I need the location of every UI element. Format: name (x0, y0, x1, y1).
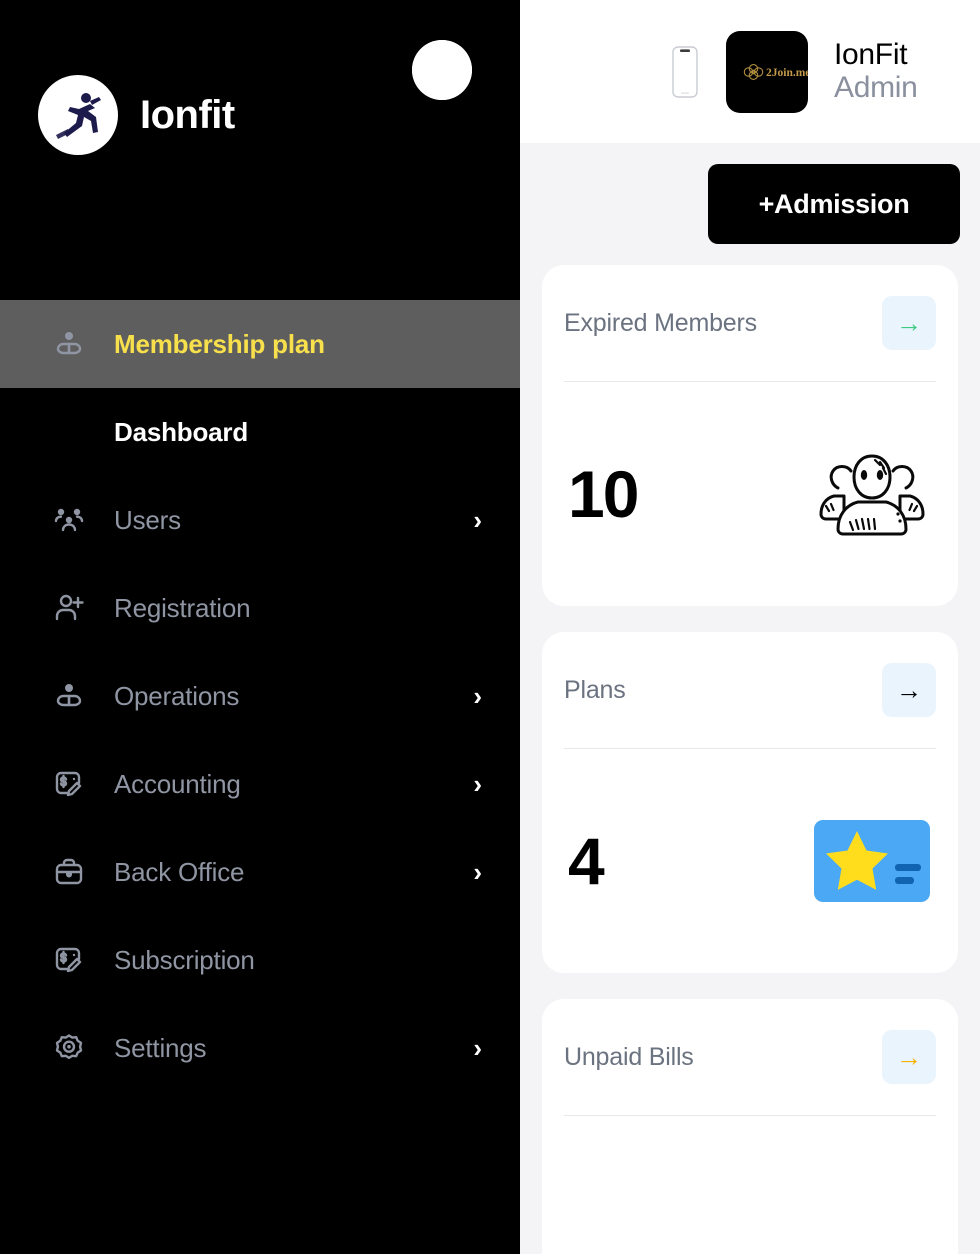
sidebar-item-label: Users (114, 504, 181, 535)
stat-card-expired-members[interactable]: Expired Members → 10 (542, 265, 958, 606)
card-body (564, 1116, 936, 1254)
person-book-icon (52, 679, 86, 713)
app-root: Ionfit Membership plan Dashboard Users ›… (0, 0, 980, 1254)
briefcase-icon (52, 855, 86, 889)
sidebar-header: Ionfit (0, 0, 520, 300)
close-icon[interactable] (412, 40, 472, 100)
arrow-right-icon[interactable]: → (882, 1030, 936, 1084)
sidebar-item-label: Operations (114, 680, 240, 711)
card-header: Unpaid Bills → (564, 999, 936, 1115)
chevron-right-icon: › (473, 681, 482, 711)
sidebar-item-registration[interactable]: Registration (0, 564, 520, 652)
card-title: Plans (564, 675, 626, 704)
person-book-icon (52, 327, 86, 361)
sidebar-item-users[interactable]: Users › (0, 476, 520, 564)
org-logo-badge: 2Join.me (726, 30, 808, 113)
mobile-phone-icon[interactable] (670, 45, 700, 99)
arrow-right-icon[interactable]: → (882, 296, 936, 350)
sidebar-item-label: Settings (114, 1032, 207, 1063)
stat-card-list: Expired Members → 10 Plans → 4 Unpaid Bi… (520, 265, 980, 1254)
card-body: 10 (564, 382, 936, 606)
card-body: 4 (564, 749, 936, 973)
card-title: Unpaid Bills (564, 1042, 694, 1071)
sidebar-item-label: Registration (114, 592, 251, 623)
chevron-right-icon: › (473, 857, 482, 887)
sidebar-item-back-office[interactable]: Back Office › (0, 828, 520, 916)
users-group-icon (52, 503, 86, 537)
brand: Ionfit (38, 75, 235, 155)
sidebar-item-settings[interactable]: Settings › (0, 1004, 520, 1092)
sidebar-item-membership-plan[interactable]: Membership plan (0, 300, 520, 388)
sidebar-menu: Membership plan Dashboard Users › Regist… (0, 300, 520, 1092)
brand-name: Ionfit (140, 92, 235, 137)
receipt-edit-icon (52, 767, 86, 801)
sidebar-item-accounting[interactable]: Accounting › (0, 740, 520, 828)
running-man-icon (38, 75, 118, 155)
add-admission-button[interactable]: +Admission (708, 164, 960, 244)
org-role: Admin (834, 70, 918, 104)
sidebar-item-label: Subscription (114, 944, 255, 975)
sidebar-item-label: Accounting (114, 768, 241, 799)
dashboard-icon-placeholder (52, 415, 86, 449)
stat-card-unpaid-bills[interactable]: Unpaid Bills → (542, 999, 958, 1254)
card-header: Plans → (564, 632, 936, 748)
people-group-illustration (812, 444, 932, 544)
arrow-right-icon[interactable]: → (882, 663, 936, 717)
card-header: Expired Members → (564, 265, 936, 381)
person-plus-icon (52, 591, 86, 625)
main-panel: 2Join.me IonFit Admin +Admission Expired… (520, 0, 980, 1254)
svg-text:2Join.me: 2Join.me (766, 67, 808, 79)
card-value: 4 (568, 824, 605, 898)
org-name: IonFit (834, 38, 908, 72)
main-header: 2Join.me IonFit Admin (520, 0, 980, 143)
sidebar-item-label: Back Office (114, 856, 245, 887)
star-card-illustration (812, 811, 932, 911)
sidebar-item-label: Membership plan (114, 328, 325, 359)
sidebar-item-label: Dashboard (114, 416, 249, 447)
chevron-right-icon: › (473, 1033, 482, 1063)
admission-toolbar: +Admission (520, 143, 980, 265)
sidebar: Ionfit Membership plan Dashboard Users ›… (0, 0, 520, 1254)
sidebar-item-subscription[interactable]: Subscription (0, 916, 520, 1004)
sidebar-item-operations[interactable]: Operations › (0, 652, 520, 740)
receipt-edit-icon (52, 943, 86, 977)
chevron-right-icon: › (473, 769, 482, 799)
sidebar-item-dashboard[interactable]: Dashboard (0, 388, 520, 476)
card-value: 10 (568, 457, 639, 531)
org-identity: IonFit Admin (834, 38, 954, 104)
card-title: Expired Members (564, 308, 757, 337)
stat-card-plans[interactable]: Plans → 4 (542, 632, 958, 973)
chevron-right-icon: › (473, 505, 482, 535)
gear-icon (52, 1031, 86, 1065)
